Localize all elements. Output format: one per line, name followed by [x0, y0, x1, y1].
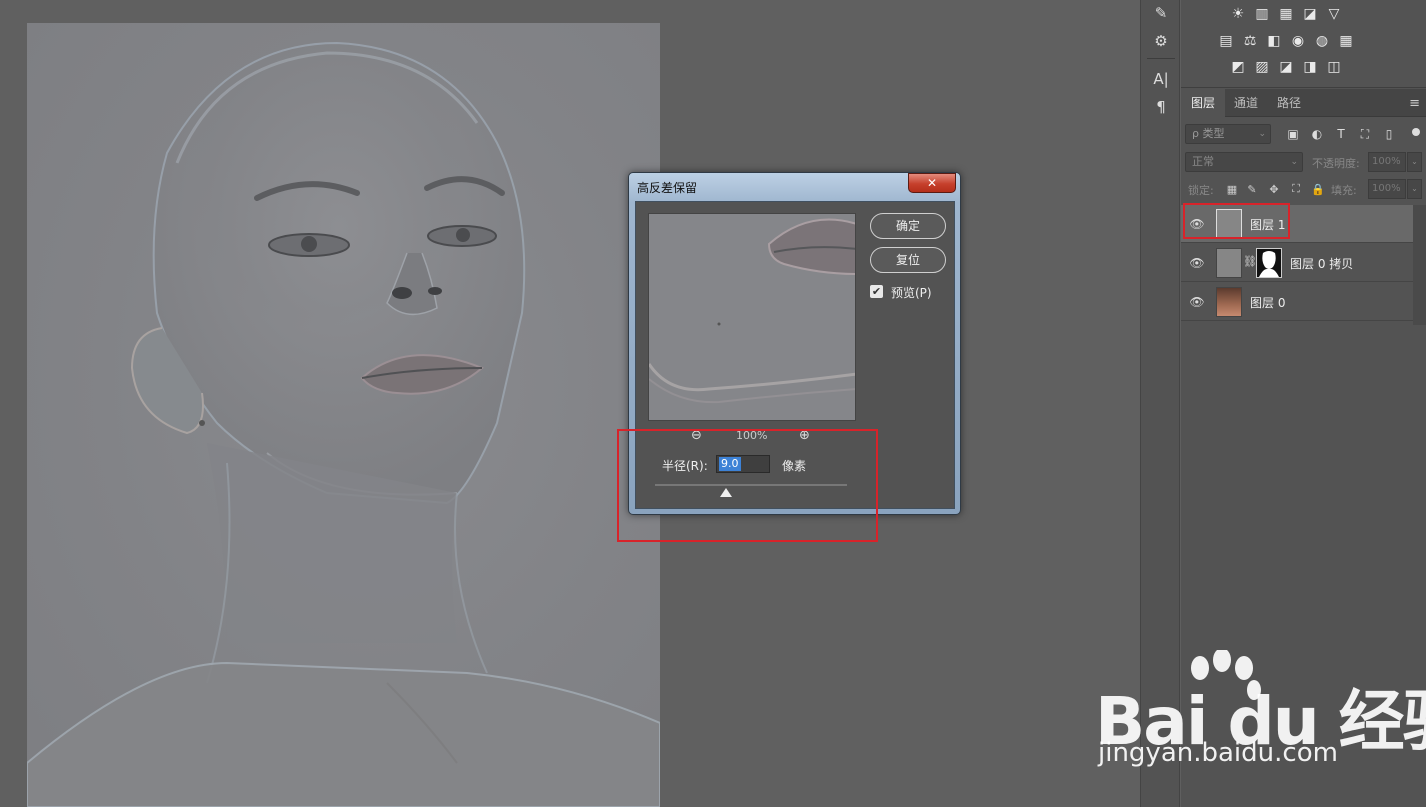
layer-name[interactable]: 图层 0 拷贝: [1290, 255, 1353, 272]
preview-checkbox-label[interactable]: 预览(P): [891, 284, 932, 301]
panel-tabs: 图层 通道 路径 ≡: [1181, 89, 1426, 117]
portrait-image: [27, 41, 660, 807]
reset-button[interactable]: 复位: [870, 247, 946, 273]
brush-settings-icon[interactable]: ✎: [1149, 2, 1173, 24]
layers-panel: 图层 通道 路径 ≡ ρ 类型 ⌄ ▣ ◐ T ⛶ ▯ 正常 ⌄ 不透明度: 1…: [1181, 89, 1426, 807]
posterize-icon[interactable]: ▨: [1253, 58, 1271, 76]
tab-layers[interactable]: 图层: [1181, 89, 1226, 117]
mask-silhouette-icon: [1259, 251, 1279, 277]
tab-channels[interactable]: 通道: [1224, 89, 1268, 117]
zoom-in-icon[interactable]: ⊕: [799, 428, 810, 443]
adjustment-filter-icon[interactable]: ◐: [1309, 126, 1325, 142]
radius-slider-handle[interactable]: [720, 488, 732, 497]
smart-object-filter-icon[interactable]: ▯: [1381, 126, 1397, 142]
strip-divider: [1147, 58, 1175, 59]
blend-mode-label: 正常: [1192, 155, 1214, 168]
hue-saturation-icon[interactable]: ▤: [1217, 32, 1235, 50]
type-filter-icon[interactable]: T: [1333, 126, 1349, 142]
filter-kind-label: ρ 类型: [1192, 127, 1225, 140]
layer-row-layer-0[interactable]: 👁 图层 0: [1181, 283, 1413, 321]
filter-toggle[interactable]: [1412, 128, 1420, 136]
lock-row: 锁定: ▦ ✎ ✥ ⛶ 🔒 填充: 100% ⌄: [1181, 179, 1426, 201]
fill-dropdown-icon[interactable]: ⌄: [1407, 179, 1422, 199]
lock-pixels-icon[interactable]: ✎: [1245, 182, 1259, 196]
document-canvas[interactable]: [27, 23, 660, 807]
preview-image: [649, 214, 855, 420]
visibility-eye-icon[interactable]: 👁: [1189, 295, 1204, 309]
adjustments-tool-icon[interactable]: ⚙: [1149, 30, 1173, 52]
fill-label: 填充:: [1331, 184, 1357, 197]
fill-input[interactable]: 100%: [1368, 179, 1406, 199]
character-panel-icon[interactable]: A|: [1149, 68, 1173, 90]
channel-mixer-icon[interactable]: ◍: [1313, 32, 1331, 50]
opacity-label: 不透明度:: [1312, 157, 1360, 170]
pixel-filter-icon[interactable]: ▣: [1285, 126, 1301, 142]
visibility-eye-icon[interactable]: 👁: [1189, 217, 1204, 231]
zoom-level: 100%: [736, 429, 768, 442]
preview-checkbox[interactable]: ✔: [870, 285, 883, 298]
layer-thumbnail: [1216, 248, 1242, 278]
lock-position-icon[interactable]: ✥: [1267, 182, 1281, 196]
layer-name[interactable]: 图层 1: [1250, 216, 1285, 233]
brightness-icon[interactable]: ☀: [1229, 5, 1247, 23]
blend-mode-select[interactable]: 正常 ⌄: [1185, 152, 1303, 172]
blend-row: 正常 ⌄ 不透明度: 100% ⌄: [1181, 152, 1426, 174]
right-panel-dock: ☀ ▥ ▦ ◪ ▽ ▤ ⚖ ◧ ◉ ◍ ▦ ◩ ▨ ◪ ◨ ◫ 图层 通道 路径…: [1181, 0, 1426, 807]
lock-label: 锁定:: [1188, 184, 1214, 197]
lock-transparent-icon[interactable]: ▦: [1225, 182, 1239, 196]
layer-thumbnail: [1216, 287, 1242, 317]
adjustments-row-3: ◩ ▨ ◪ ◨ ◫: [1229, 58, 1343, 76]
document-workspace: [0, 0, 1140, 807]
opacity-dropdown-icon[interactable]: ⌄: [1407, 152, 1422, 172]
lock-artboard-icon[interactable]: ⛶: [1289, 182, 1303, 196]
ok-button[interactable]: 确定: [870, 213, 946, 239]
layer-name[interactable]: 图层 0: [1250, 294, 1285, 311]
adjustments-row-2: ▤ ⚖ ◧ ◉ ◍ ▦: [1217, 32, 1355, 50]
visibility-eye-icon[interactable]: 👁: [1189, 256, 1204, 270]
opacity-input[interactable]: 100%: [1368, 152, 1406, 172]
panel-tool-strip: ✎ ⚙ A| ¶: [1140, 0, 1180, 807]
dialog-body: 确定 复位 ✔ 预览(P) ⊖ 100% ⊕ 半径(R): 9.0 像素: [635, 201, 955, 509]
gradient-map-icon[interactable]: ◫: [1325, 58, 1343, 76]
filter-preview[interactable]: [648, 213, 856, 421]
panel-menu-icon[interactable]: ≡: [1409, 96, 1420, 111]
layer-mask-thumbnail[interactable]: [1256, 248, 1282, 278]
black-white-icon[interactable]: ◧: [1265, 32, 1283, 50]
dialog-title: 高反差保留: [637, 181, 698, 195]
radius-value-selected: 9.0: [719, 457, 741, 471]
color-balance-icon[interactable]: ⚖: [1241, 32, 1259, 50]
high-pass-dialog: 高反差保留 ✕ 确定 复位 ✔ 预览(P) ⊖ 100% ⊕ 半径(R): 9.…: [628, 172, 961, 515]
invert-icon[interactable]: ◩: [1229, 58, 1247, 76]
layer-row-layer-0-copy[interactable]: 👁 ⛓ 图层 0 拷贝: [1181, 244, 1413, 282]
shape-filter-icon[interactable]: ⛶: [1357, 126, 1373, 142]
levels-icon[interactable]: ▥: [1253, 5, 1271, 23]
radius-unit-label: 像素: [782, 459, 807, 473]
layer-filter-row: ρ 类型 ⌄ ▣ ◐ T ⛶ ▯: [1181, 124, 1426, 146]
radius-label: 半径(R):: [662, 459, 708, 473]
radius-slider-track[interactable]: [655, 484, 847, 486]
curves-icon[interactable]: ▦: [1277, 5, 1295, 23]
radius-input[interactable]: 9.0: [716, 455, 770, 473]
adjustments-panel: ☀ ▥ ▦ ◪ ▽ ▤ ⚖ ◧ ◉ ◍ ▦ ◩ ▨ ◪ ◨ ◫: [1181, 0, 1426, 88]
lock-all-icon[interactable]: 🔒: [1311, 182, 1325, 196]
exposure-icon[interactable]: ◪: [1301, 5, 1319, 23]
zoom-out-icon[interactable]: ⊖: [691, 428, 702, 443]
color-lookup-icon[interactable]: ▦: [1337, 32, 1355, 50]
chevron-down-icon: ⌄: [1290, 157, 1298, 167]
paragraph-panel-icon[interactable]: ¶: [1149, 96, 1173, 118]
chevron-down-icon: ⌄: [1258, 129, 1266, 139]
mask-link-icon[interactable]: ⛓: [1243, 255, 1257, 268]
adjustments-row-1: ☀ ▥ ▦ ◪ ▽: [1229, 5, 1343, 23]
photo-filter-icon[interactable]: ◉: [1289, 32, 1307, 50]
close-button[interactable]: ✕: [908, 173, 956, 193]
layer-row-layer-1[interactable]: 👁 图层 1: [1181, 205, 1413, 243]
selective-color-icon[interactable]: ◨: [1301, 58, 1319, 76]
tab-paths[interactable]: 路径: [1267, 89, 1311, 117]
threshold-icon[interactable]: ◪: [1277, 58, 1295, 76]
layer-thumbnail: [1216, 209, 1242, 239]
vibrance-icon[interactable]: ▽: [1325, 5, 1343, 23]
filter-kind-select[interactable]: ρ 类型 ⌄: [1185, 124, 1271, 144]
layers-scrollbar[interactable]: [1413, 205, 1426, 325]
